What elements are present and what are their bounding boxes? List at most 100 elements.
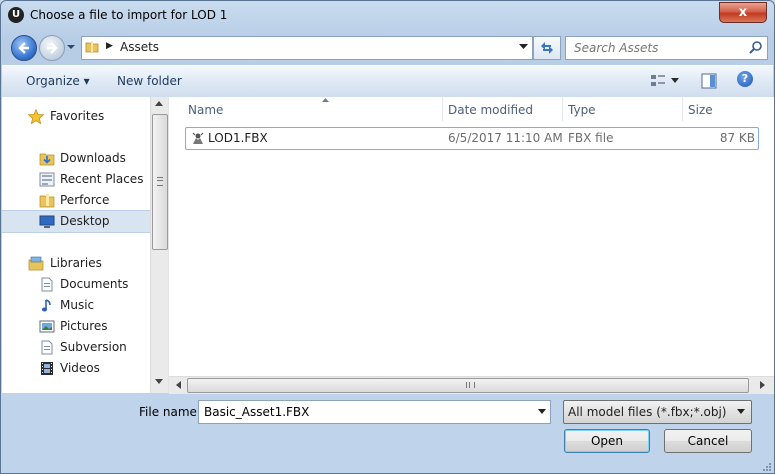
sidebar-item-music[interactable]: Music — [2, 295, 150, 316]
help-icon[interactable]: ? — [737, 71, 753, 87]
file-name-input[interactable] — [202, 404, 526, 420]
file-size: 87 KB — [719, 131, 755, 145]
search-box[interactable] — [565, 36, 768, 60]
scroll-down-icon[interactable] — [155, 379, 163, 384]
file-type-select[interactable]: All model files (*.fbx;*.obj) — [563, 400, 752, 424]
arrow-left-icon — [18, 42, 29, 54]
file-dialog-window: U Choose a file to import for LOD 1 x ▶ … — [0, 0, 775, 474]
file-date-modified: 6/5/2017 11:10 AM — [448, 131, 563, 145]
sidebar-item-desktop[interactable]: Desktop — [2, 210, 150, 233]
open-button[interactable]: Open — [564, 429, 650, 453]
folder-icon — [85, 41, 99, 53]
grip-icon — [466, 382, 475, 388]
scroll-left-icon[interactable] — [176, 381, 181, 389]
file-row[interactable]: LOD1.FBX 6/5/2017 11:10 AM FBX file 87 K… — [185, 127, 759, 150]
sort-ascending-icon — [322, 98, 329, 102]
sidebar-item-downloads[interactable]: Downloads — [2, 148, 150, 169]
downloads-folder-icon — [39, 153, 55, 166]
column-header-label: Name — [188, 103, 224, 117]
sidebar-item-label: Perforce — [60, 193, 110, 207]
close-button[interactable]: x — [719, 2, 767, 23]
browser-content: Favorites Downloads Recent Places Perfor… — [2, 97, 774, 394]
sidebar-item-label: Desktop — [60, 214, 110, 228]
sidebar-item-label: Subversion — [60, 340, 127, 354]
sidebar-item-label: Music — [60, 298, 95, 312]
view-options-dropdown-icon[interactable] — [671, 78, 679, 83]
subversion-icon — [41, 340, 53, 355]
sidebar-item-libraries[interactable]: Libraries — [2, 253, 150, 274]
star-icon — [28, 109, 44, 124]
column-header-label: Size — [688, 103, 713, 117]
scroll-thumb[interactable] — [152, 114, 168, 250]
cancel-button[interactable]: Cancel — [664, 429, 752, 453]
file-name-combobox[interactable] — [198, 400, 551, 424]
folder-icon — [39, 194, 55, 208]
column-header-label: Date modified — [448, 103, 534, 117]
fbx-file-icon — [192, 132, 204, 144]
change-view-icon[interactable] — [650, 74, 666, 88]
chevron-down-icon[interactable] — [538, 409, 546, 414]
window-title: Choose a file to import for LOD 1 — [30, 8, 228, 22]
sidebar-item-perforce[interactable]: Perforce — [2, 190, 150, 211]
column-header-name[interactable]: Name — [183, 97, 443, 121]
file-list-scrollbar[interactable] — [169, 376, 774, 394]
file-name-label: File name: — [139, 405, 201, 419]
scroll-up-icon[interactable] — [155, 101, 163, 106]
refresh-button[interactable] — [533, 36, 561, 60]
sidebar-item-label: Videos — [60, 361, 100, 375]
navigation-bar: ▶ Assets — [1, 33, 774, 61]
column-header-label: Type — [568, 103, 596, 117]
sidebar-item-label: Pictures — [60, 319, 108, 333]
column-header-date-modified[interactable]: Date modified — [443, 97, 563, 121]
scroll-right-icon[interactable] — [760, 381, 765, 389]
new-folder-button[interactable]: New folder — [117, 74, 182, 88]
sidebar-item-favorites[interactable]: Favorites — [2, 106, 150, 127]
sidebar-item-videos[interactable]: Videos — [2, 358, 150, 379]
sidebar-item-label: Recent Places — [60, 172, 144, 186]
libraries-icon — [28, 256, 44, 271]
back-button[interactable] — [11, 35, 37, 61]
command-toolbar: Organize ▾ New folder ? — [2, 65, 773, 98]
chevron-down-icon[interactable] — [519, 44, 528, 50]
sidebar-item-label: Favorites — [50, 109, 105, 123]
documents-icon — [41, 277, 53, 292]
sidebar-item-subversion[interactable]: Subversion — [2, 337, 150, 358]
column-header-size[interactable]: Size — [683, 97, 773, 121]
sidebar-item-label: Downloads — [60, 151, 126, 165]
unreal-logo-icon: U — [8, 7, 24, 23]
organize-menu[interactable]: Organize ▾ — [26, 74, 90, 88]
recent-pages-dropdown-icon[interactable] — [66, 42, 76, 52]
arrow-right-icon — [47, 42, 58, 54]
sidebar-item-label: Documents — [60, 277, 129, 291]
file-name: LOD1.FBX — [208, 131, 268, 145]
search-icon[interactable] — [749, 40, 763, 54]
column-header-type[interactable]: Type — [563, 97, 683, 121]
title-bar[interactable]: U Choose a file to import for LOD 1 x — [1, 1, 774, 31]
file-type-value: All model files (*.fbx;*.obj) — [568, 405, 727, 419]
refresh-icon — [541, 42, 553, 54]
sidebar-item-label: Libraries — [50, 256, 102, 270]
file-type: FBX file — [568, 131, 614, 145]
preview-pane-icon[interactable] — [701, 73, 717, 89]
breadcrumb-separator-icon: ▶ — [106, 41, 113, 51]
dialog-footer: File name: All model files (*.fbx;*.obj)… — [1, 394, 774, 473]
resize-grip-icon[interactable] — [762, 462, 772, 472]
sidebar-item-pictures[interactable]: Pictures — [2, 316, 150, 337]
sidebar-item-documents[interactable]: Documents — [2, 274, 150, 295]
chevron-down-icon — [737, 409, 745, 414]
navigation-pane-scrollbar[interactable] — [150, 97, 168, 393]
grip-icon — [157, 177, 163, 186]
search-input[interactable] — [572, 40, 746, 56]
pictures-icon — [39, 320, 55, 333]
breadcrumb-assets[interactable]: Assets — [120, 40, 159, 54]
file-list-pane: Name Date modified Type Size LOD1.FBX 6/… — [168, 97, 774, 394]
forward-button[interactable] — [39, 35, 65, 61]
address-bar[interactable]: ▶ Assets — [81, 36, 533, 60]
sidebar-item-recent-places[interactable]: Recent Places — [2, 169, 150, 190]
desktop-icon — [39, 215, 55, 228]
navigation-pane: Favorites Downloads Recent Places Perfor… — [2, 97, 150, 393]
recent-places-icon — [39, 172, 55, 187]
scroll-thumb[interactable] — [187, 378, 749, 393]
film-strip-icon — [41, 362, 53, 375]
music-note-icon — [41, 299, 51, 312]
